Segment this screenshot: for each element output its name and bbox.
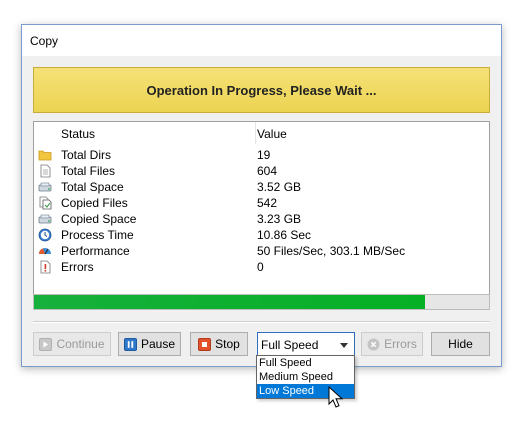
copy-file-icon [39,196,52,210]
list-item[interactable]: Process Time 10.86 Sec [34,227,489,243]
banner-text: Operation In Progress, Please Wait ... [146,82,377,98]
row-value: 10.86 Sec [257,228,312,242]
row-value: 0 [257,260,264,274]
chevron-down-icon [340,343,348,348]
errors-button[interactable]: Errors [361,332,423,356]
status-column-header[interactable]: Status [61,127,95,141]
row-label: Copied Space [61,212,137,226]
pause-label: Pause [140,337,176,351]
list-item[interactable]: Total Dirs 19 [34,147,489,163]
divider [33,321,490,323]
list-item[interactable]: Total Space 3.52 GB [34,179,489,195]
row-value: 3.23 GB [257,212,302,226]
cancel-icon [367,338,380,350]
speed-select[interactable]: Full Speed [257,332,355,356]
file-icon [40,164,51,178]
pause-button[interactable]: Pause [118,332,181,356]
copy-dialog: Copy Operation In Progress, Please Wait … [21,24,502,367]
row-value: 542 [257,196,278,210]
play-icon [39,337,53,351]
row-value: 50 Files/Sec, 303.1 MB/Sec [257,244,406,258]
speed-option-full[interactable]: Full Speed [257,356,354,370]
row-label: Copied Files [61,196,128,210]
speed-option-medium[interactable]: Medium Speed [257,370,354,384]
performance-icon [39,248,51,255]
column-divider[interactable] [255,122,256,144]
list-item[interactable]: Total Files 604 [34,163,489,179]
clock-icon [38,228,52,242]
list-item[interactable]: Performance 50 Files/Sec, 303.1 MB/Sec [34,243,489,259]
pause-icon [123,337,137,351]
row-label: Performance [61,244,130,258]
value-column-header[interactable]: Value [257,127,287,141]
row-value: 19 [257,148,271,162]
continue-button[interactable]: Continue [33,332,111,356]
hide-label: Hide [448,337,473,351]
row-label: Process Time [61,228,134,242]
folder-icon [38,150,52,161]
list-item[interactable]: Copied Space 3.23 GB [34,211,489,227]
drive-icon [38,182,52,192]
row-value: 3.52 GB [257,180,302,194]
errors-label: Errors [384,337,417,351]
row-label: Total Files [61,164,116,178]
list-item[interactable]: Errors 0 [34,259,489,275]
continue-label: Continue [56,337,105,351]
title-bar[interactable]: Copy [22,25,501,56]
status-banner: Operation In Progress, Please Wait ... [33,67,490,113]
progress-fill [34,295,426,309]
mouse-cursor-icon [328,386,344,408]
list-item[interactable]: Copied Files 542 [34,195,489,211]
row-value: 604 [257,164,278,178]
stop-label: Stop [215,337,240,351]
error-report-icon [40,260,51,274]
progress-bar [33,294,490,310]
list-header: Status Value [34,122,489,144]
stats-list: Status Value Total Dirs 19 Total Files 6… [33,121,490,307]
row-label: Total Space [61,180,124,194]
hide-button[interactable]: Hide [431,332,490,356]
stop-icon [198,337,212,351]
window-title: Copy [30,34,59,48]
row-label: Total Dirs [61,148,112,162]
stop-button[interactable]: Stop [190,332,248,356]
row-label: Errors [61,260,94,274]
speed-select-value: Full Speed [261,338,319,352]
drive-icon [38,214,52,224]
